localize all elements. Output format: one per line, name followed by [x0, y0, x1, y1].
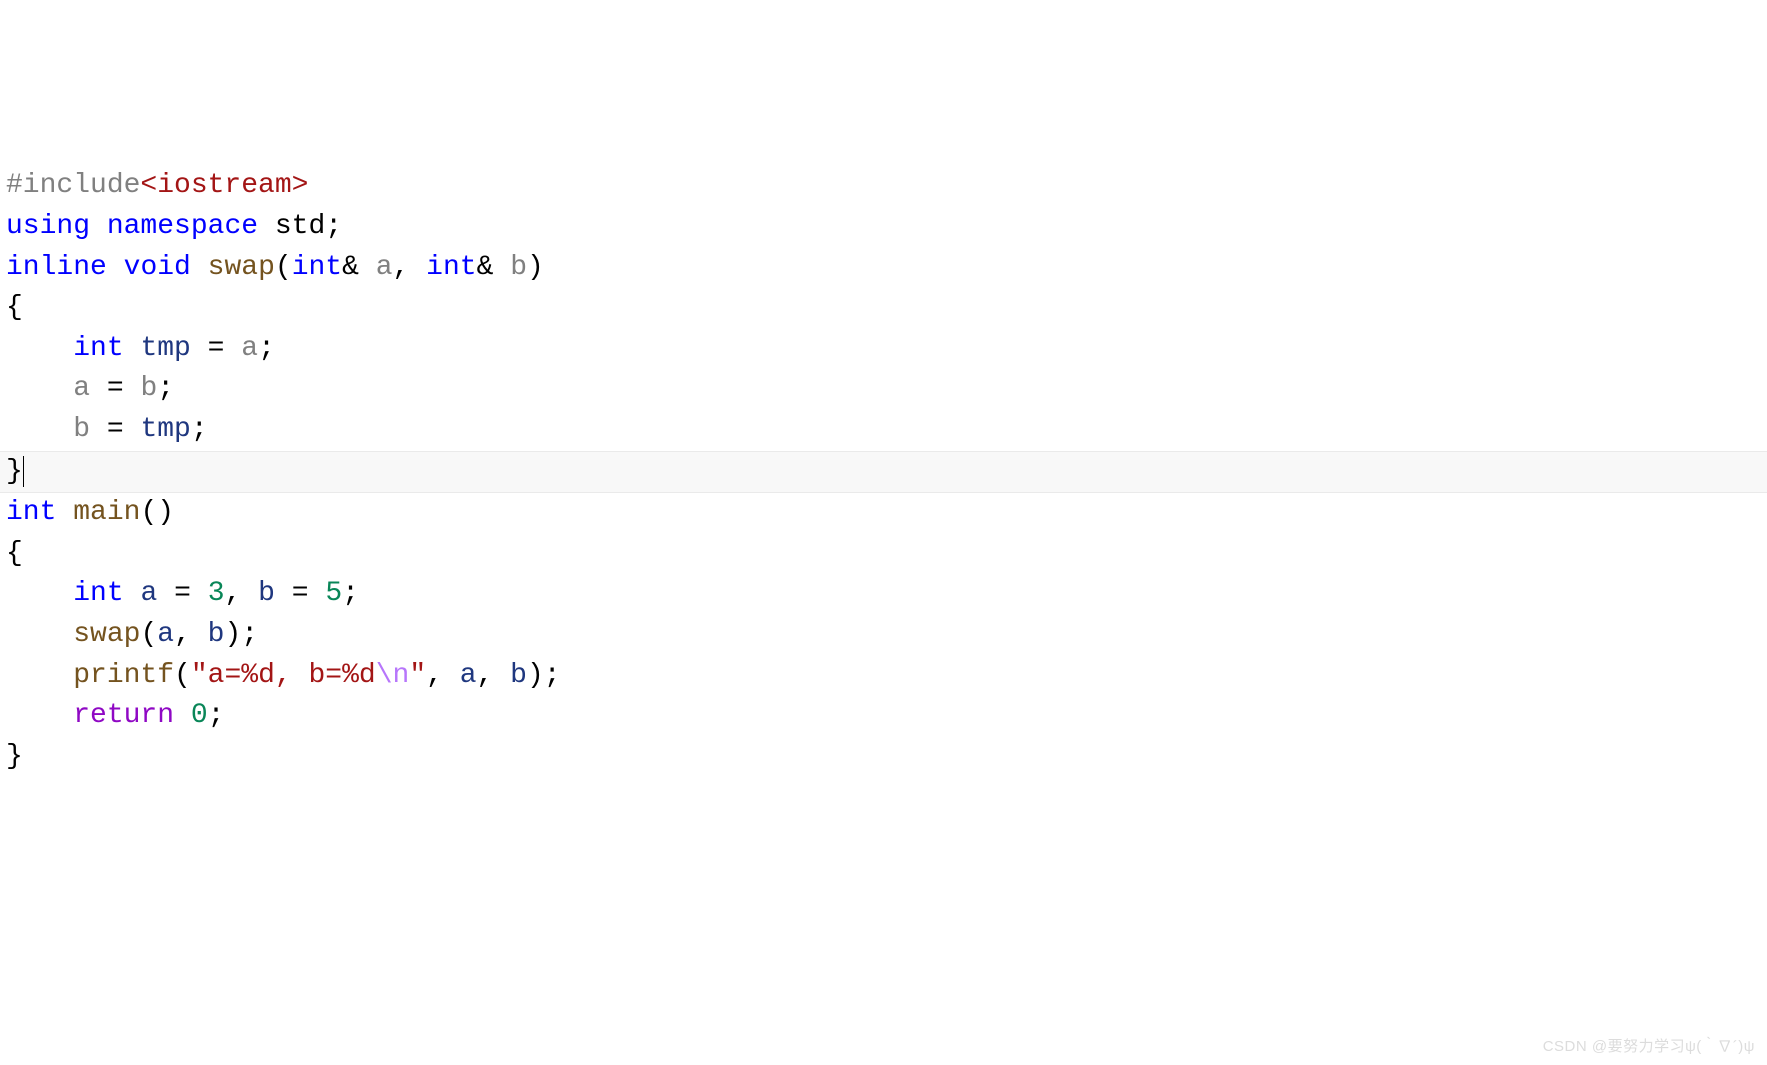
- preproc-token: #include: [6, 170, 140, 201]
- function-token: swap: [73, 619, 140, 650]
- var-token: tmp: [140, 414, 190, 445]
- string-token: "a=%d, b=%d: [191, 660, 376, 691]
- var-token: tmp: [140, 333, 190, 364]
- code-line: int main(): [0, 493, 1767, 534]
- number-token: 3: [208, 578, 225, 609]
- type-token: int: [426, 252, 476, 283]
- code-line-current: }: [0, 451, 1767, 494]
- number-token: 0: [191, 700, 208, 731]
- code-line: {: [0, 534, 1767, 575]
- var-token: a: [140, 578, 157, 609]
- type-token: int: [6, 497, 56, 528]
- param-token: b: [140, 373, 157, 404]
- escape-token: \n: [376, 660, 410, 691]
- type-token: int: [73, 578, 123, 609]
- code-line: {: [0, 288, 1767, 329]
- text-token: std;: [258, 211, 342, 242]
- code-line: #include<iostream>: [0, 166, 1767, 207]
- keyword-token: return: [73, 700, 174, 731]
- param-token: a: [73, 373, 90, 404]
- param-token: a: [241, 333, 258, 364]
- param-token: b: [73, 414, 90, 445]
- function-token: printf: [73, 660, 174, 691]
- var-token: b: [208, 619, 225, 650]
- code-line: printf("a=%d, b=%d\n", a, b);: [0, 656, 1767, 697]
- code-line: int tmp = a;: [0, 329, 1767, 370]
- code-line: using namespace std;: [0, 207, 1767, 248]
- var-token: a: [157, 619, 174, 650]
- code-line: int a = 3, b = 5;: [0, 574, 1767, 615]
- keyword-token: namespace: [107, 211, 258, 242]
- number-token: 5: [325, 578, 342, 609]
- code-line: b = tmp;: [0, 410, 1767, 451]
- var-token: a: [460, 660, 477, 691]
- var-token: b: [510, 660, 527, 691]
- var-token: b: [258, 578, 275, 609]
- code-editor[interactable]: #include<iostream>using namespace std;in…: [0, 166, 1767, 777]
- code-line: a = b;: [0, 369, 1767, 410]
- code-line: swap(a, b);: [0, 615, 1767, 656]
- header-token: <iostream>: [140, 170, 308, 201]
- code-line: return 0;: [0, 696, 1767, 737]
- code-line: inline void swap(int& a, int& b): [0, 248, 1767, 289]
- function-token: main: [73, 497, 140, 528]
- code-line: }: [0, 737, 1767, 778]
- type-token: void: [124, 252, 191, 283]
- param-token: b: [510, 252, 527, 283]
- type-token: int: [73, 333, 123, 364]
- function-token: swap: [208, 252, 275, 283]
- text-cursor: [23, 456, 24, 487]
- keyword-token: inline: [6, 252, 107, 283]
- keyword-token: using: [6, 211, 90, 242]
- watermark-text: CSDN @要努力学习ψ(｀∇´)ψ: [1543, 1036, 1755, 1058]
- type-token: int: [292, 252, 342, 283]
- param-token: a: [376, 252, 393, 283]
